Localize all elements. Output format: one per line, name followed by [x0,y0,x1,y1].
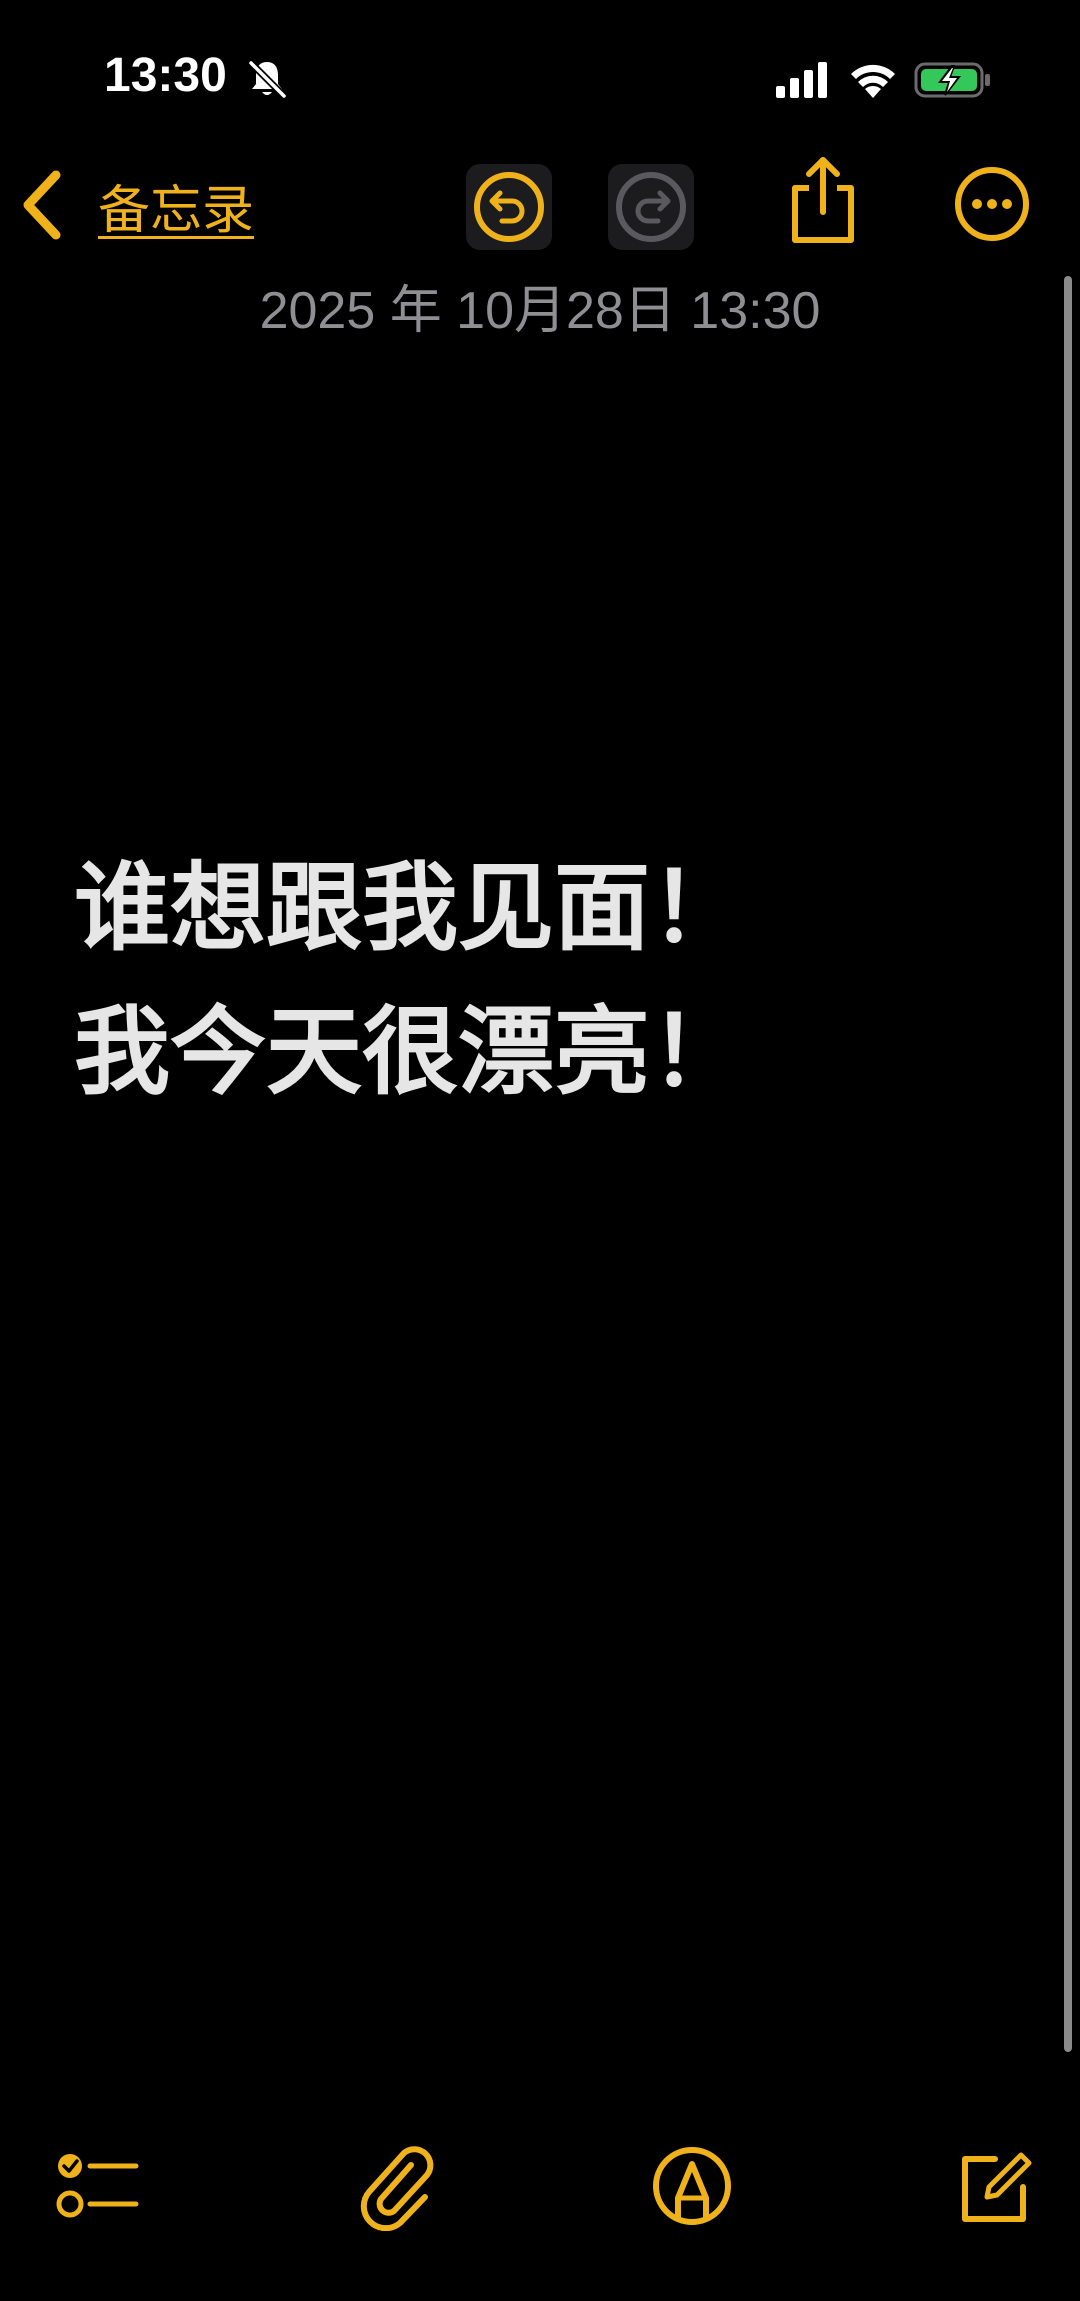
battery-charging-icon [914,62,990,98]
share-icon [792,157,854,243]
more-icon [955,167,1029,241]
back-button[interactable]: 备忘录 [18,160,254,250]
chevron-left-icon [23,170,61,240]
bell-slash-icon [248,60,287,99]
redo-button[interactable] [608,164,694,250]
scroll-indicator[interactable] [1064,276,1072,2052]
markup-pen-icon [653,2147,731,2225]
note-line[interactable]: 谁想跟我见面！ [74,836,974,980]
paperclip-icon [360,2146,434,2231]
checklist-button[interactable] [46,2136,146,2236]
note-body[interactable]: 谁想跟我见面！ 我今天很漂亮！ [74,836,974,1124]
checklist-icon [56,2154,139,2218]
note-line[interactable]: 我今天很漂亮！ [74,980,974,1124]
status-time: 13:30 [104,49,227,102]
markup-button[interactable] [642,2136,742,2236]
redo-icon [616,172,686,242]
share-button[interactable] [778,150,868,250]
attachment-button[interactable] [348,2136,448,2236]
more-button[interactable] [946,158,1038,250]
compose-icon [962,2152,1032,2222]
wifi-icon [851,64,895,98]
undo-button[interactable] [466,164,552,250]
back-label: 备忘录 [98,181,255,240]
undo-icon [474,172,544,242]
compose-button[interactable] [944,2136,1044,2236]
cellular-signal-icon [776,62,827,98]
status-bar: 13:30 [0,0,1080,150]
note-date: 2025 年 10月28日 13:30 [259,282,821,340]
